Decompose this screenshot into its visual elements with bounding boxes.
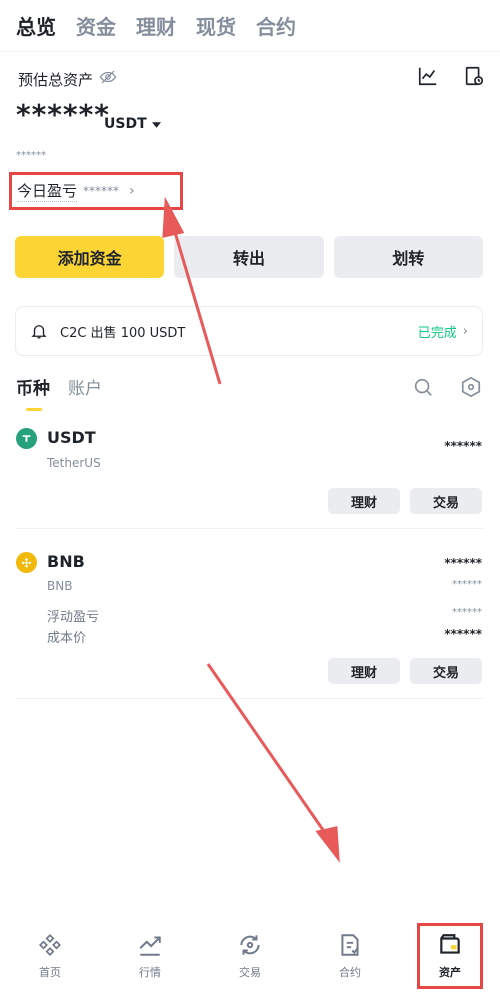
chevron-right-icon: › xyxy=(462,323,468,339)
estimated-assets-label: 预估总资产 xyxy=(18,68,117,90)
tab-funding[interactable]: 资金 xyxy=(76,11,116,40)
todays-pnl-label: 今日盈亏 xyxy=(17,182,78,202)
total-balance: ****** xyxy=(16,98,110,131)
asset-amount-fiat: ****** xyxy=(452,579,482,590)
estimated-assets-text: 预估总资产 xyxy=(18,70,94,89)
asset-divider xyxy=(16,528,484,529)
balance-fiat-value: ****** xyxy=(16,150,46,161)
trade-icon xyxy=(237,932,263,958)
asset-amount: ****** xyxy=(444,439,482,453)
nav-label: 合约 xyxy=(339,966,361,979)
asset-symbol: BNB xyxy=(47,552,85,571)
tab-earn[interactable]: 理财 xyxy=(136,11,176,40)
chevron-right-icon: › xyxy=(129,183,135,199)
action-buttons: 添加资金 转出 划转 xyxy=(15,236,483,278)
nav-trade[interactable]: 交易 xyxy=(200,918,300,994)
cost-price-label: 成本价 xyxy=(47,631,87,646)
asset-divider xyxy=(16,698,484,699)
tab-spot[interactable]: 现货 xyxy=(196,11,236,40)
add-funds-button[interactable]: 添加资金 xyxy=(15,236,165,278)
bnb-coin-icon xyxy=(16,552,37,573)
annotation-arrow-down-head xyxy=(315,826,340,863)
floating-pnl-label: 浮动盈亏 xyxy=(47,610,100,625)
earn-button[interactable]: 理财 xyxy=(328,658,400,684)
eye-off-icon[interactable] xyxy=(99,68,117,90)
notice-status-text: 已完成 xyxy=(417,325,457,341)
settings-hex-icon[interactable] xyxy=(460,376,482,398)
asset-name: TetherUS xyxy=(47,456,101,470)
tab-coins[interactable]: 币种 xyxy=(16,374,50,411)
asset-symbol: USDT xyxy=(47,428,96,447)
c2c-notice[interactable]: C2C 出售 100 USDT 已完成 › xyxy=(15,306,483,356)
tab-overview[interactable]: 总览 xyxy=(16,11,56,40)
floating-pnl-value: ****** xyxy=(452,607,482,618)
nav-label: 交易 xyxy=(239,966,261,979)
nav-label: 行情 xyxy=(139,966,161,979)
asset-amount: ****** xyxy=(444,556,482,570)
futures-icon xyxy=(337,932,363,958)
trade-button[interactable]: 交易 xyxy=(410,658,482,684)
search-icon[interactable] xyxy=(412,376,434,398)
currency-selector[interactable]: USDT xyxy=(104,116,161,132)
nav-home[interactable]: 首页 xyxy=(0,918,100,994)
asset-list-tools xyxy=(412,376,482,398)
transfer-button[interactable]: 划转 xyxy=(333,236,483,278)
notice-status: 已完成 › xyxy=(418,322,468,341)
top-tab-bar: 总览 资金 理财 现货 合约 xyxy=(0,0,500,52)
asset-name: BNB xyxy=(47,579,73,593)
summary-tools xyxy=(416,64,486,88)
currency-label: USDT xyxy=(104,116,147,132)
annotation-highlight-box xyxy=(417,923,483,989)
notice-text: C2C 出售 100 USDT xyxy=(60,325,186,341)
withdraw-button[interactable]: 转出 xyxy=(174,236,324,278)
nav-futures[interactable]: 合约 xyxy=(300,918,400,994)
bell-icon xyxy=(30,322,48,340)
caret-down-icon xyxy=(151,116,161,132)
earn-button[interactable]: 理财 xyxy=(328,488,400,514)
todays-pnl-row[interactable]: 今日盈亏 ****** › xyxy=(9,172,183,210)
nav-markets[interactable]: 行情 xyxy=(100,918,200,994)
markets-icon xyxy=(137,932,163,958)
todays-pnl-value: ****** xyxy=(83,184,120,198)
asset-row-bnb[interactable]: BNB BNB ****** ****** 浮动盈亏 ****** 成本价 **… xyxy=(0,548,500,698)
nav-label: 首页 xyxy=(39,966,61,979)
tab-accounts[interactable]: 账户 xyxy=(68,374,102,409)
history-icon[interactable] xyxy=(462,64,486,88)
home-icon xyxy=(37,932,63,958)
tab-futures[interactable]: 合约 xyxy=(256,11,296,40)
chart-icon[interactable] xyxy=(416,64,440,88)
asset-row-usdt[interactable]: USDT TetherUS ****** 理财 交易 xyxy=(0,424,500,528)
asset-list-tabs: 币种 账户 xyxy=(16,374,102,411)
trade-button[interactable]: 交易 xyxy=(410,488,482,514)
usdt-coin-icon xyxy=(16,428,37,449)
cost-price-value: ****** xyxy=(444,627,482,641)
